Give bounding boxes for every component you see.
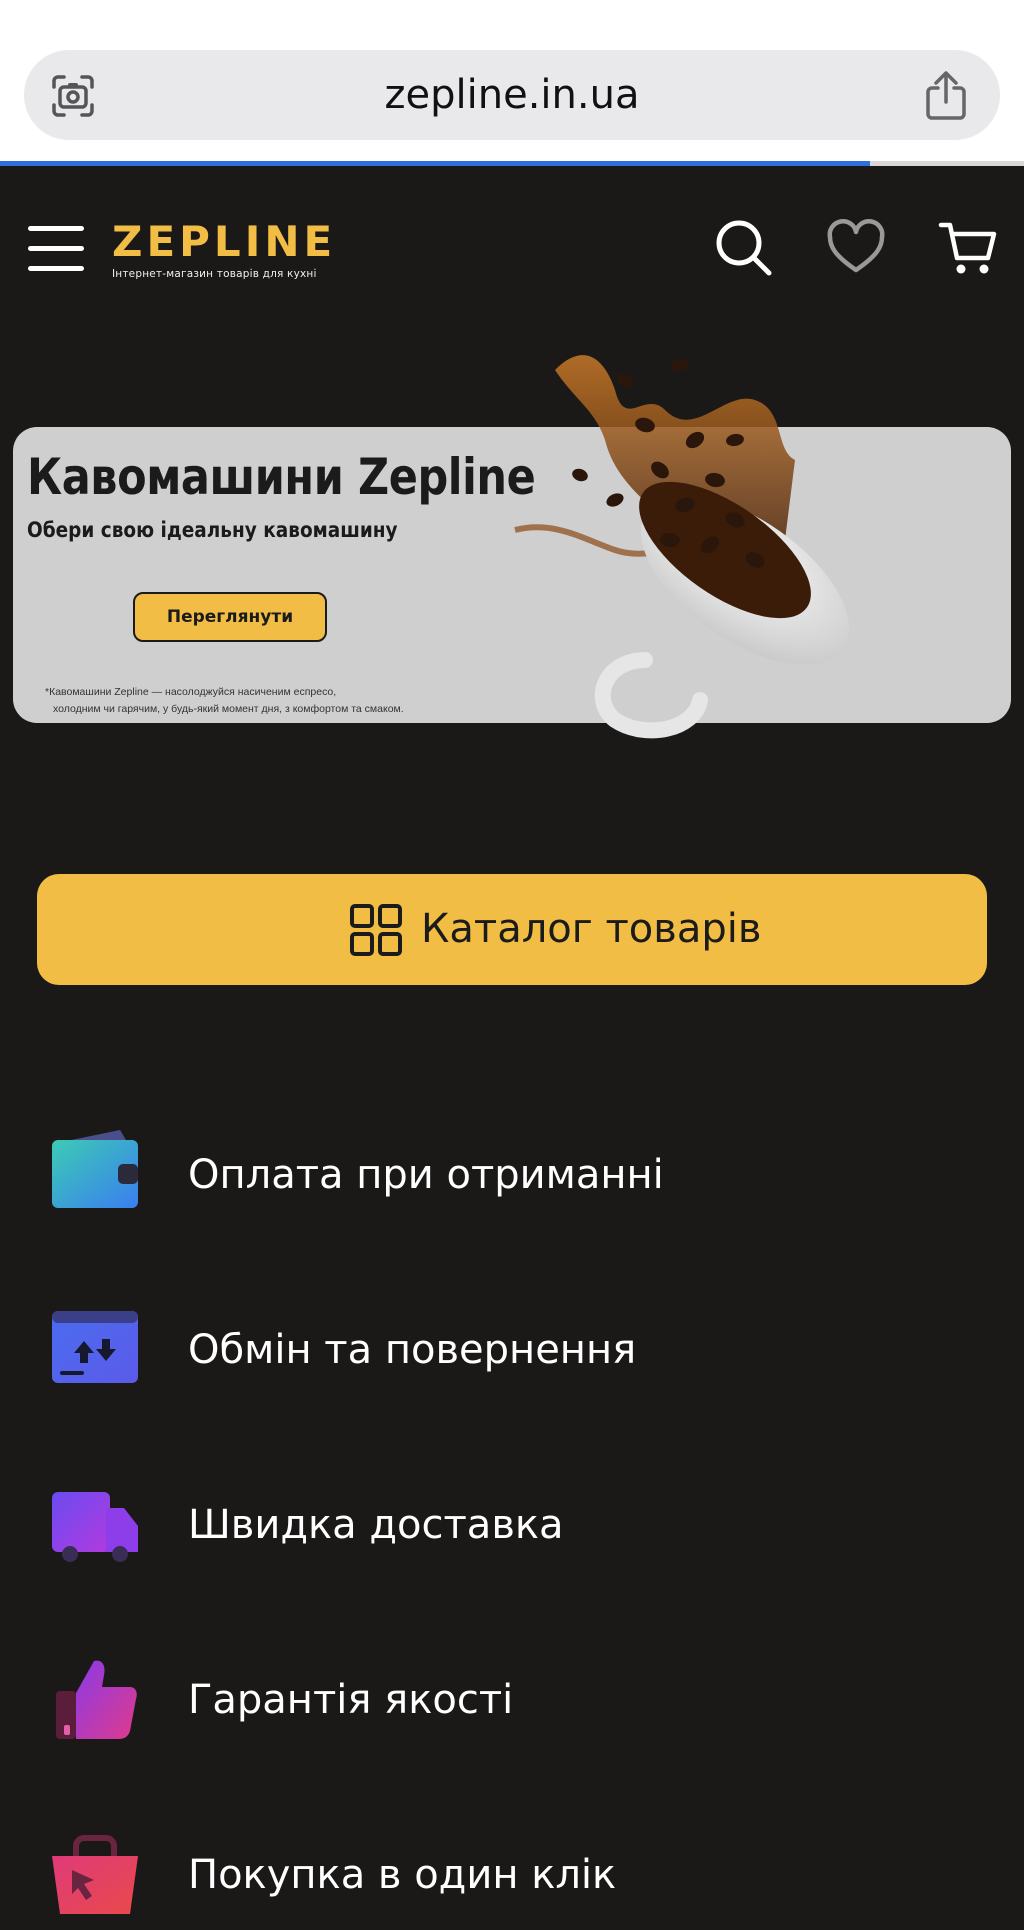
- address-bar[interactable]: zepline.in.ua: [24, 50, 1000, 140]
- logo-tagline: Інтернет-магазин товарів для кухні: [112, 268, 317, 280]
- catalog-button[interactable]: Каталог товарів: [37, 874, 987, 985]
- banner-footnote-line1: *Кавомашини Zepline — насолоджуйся насич…: [45, 686, 337, 698]
- feature-item-payment: Оплата при отриманні: [0, 1130, 1024, 1230]
- thumbs-up-icon: [56, 1660, 137, 1739]
- banner-footnote-line2: холодним чи гарячим, у будь-який момент …: [53, 703, 404, 715]
- banner-view-button[interactable]: Переглянути: [133, 592, 327, 642]
- grid-icon: [350, 904, 402, 956]
- exchange-icon: [52, 1311, 138, 1383]
- heart-icon[interactable]: [826, 218, 886, 278]
- delivery-truck-icon: [52, 1492, 138, 1562]
- feature-label: Обмін та повернення: [188, 1327, 637, 1373]
- shopping-basket-icon: [52, 1835, 138, 1914]
- feature-item-quality: Гарантія якості: [0, 1655, 1024, 1755]
- feature-label: Швидка доставка: [188, 1502, 564, 1548]
- feature-item-exchange: Обмін та повернення: [0, 1305, 1024, 1405]
- site-logo[interactable]: ZEPLINE Інтернет-магазин товарів для кух…: [112, 217, 337, 281]
- feature-label: Гарантія якості: [188, 1677, 514, 1723]
- site-header: ZEPLINE Інтернет-магазин товарів для кух…: [0, 166, 1024, 336]
- search-icon[interactable]: [714, 218, 774, 278]
- banner-title: Кавомашини Zepline: [27, 448, 536, 506]
- menu-icon[interactable]: [28, 226, 84, 272]
- wallet-icon: [52, 1130, 138, 1208]
- banner-footnote: *Кавомашини Zepline — насолоджуйся насич…: [45, 684, 465, 718]
- cart-icon[interactable]: [938, 218, 998, 278]
- feature-item-delivery: Швидка доставка: [0, 1480, 1024, 1580]
- feature-label: Покупка в один клік: [188, 1852, 617, 1898]
- banner-subtitle: Обери свою ідеальну кавомашину: [27, 518, 398, 542]
- url-text[interactable]: zepline.in.ua: [24, 50, 1000, 140]
- feature-label: Оплата при отриманні: [188, 1152, 664, 1198]
- share-icon[interactable]: [922, 70, 970, 122]
- feature-item-one-click: Покупка в один клік: [0, 1830, 1024, 1930]
- logo-wordmark: ZEPLINE: [112, 217, 337, 266]
- coffee-cup-image: [514, 355, 850, 739]
- browser-toolbar: zepline.in.ua: [0, 0, 1024, 166]
- catalog-button-label: Каталог товарів: [421, 906, 762, 952]
